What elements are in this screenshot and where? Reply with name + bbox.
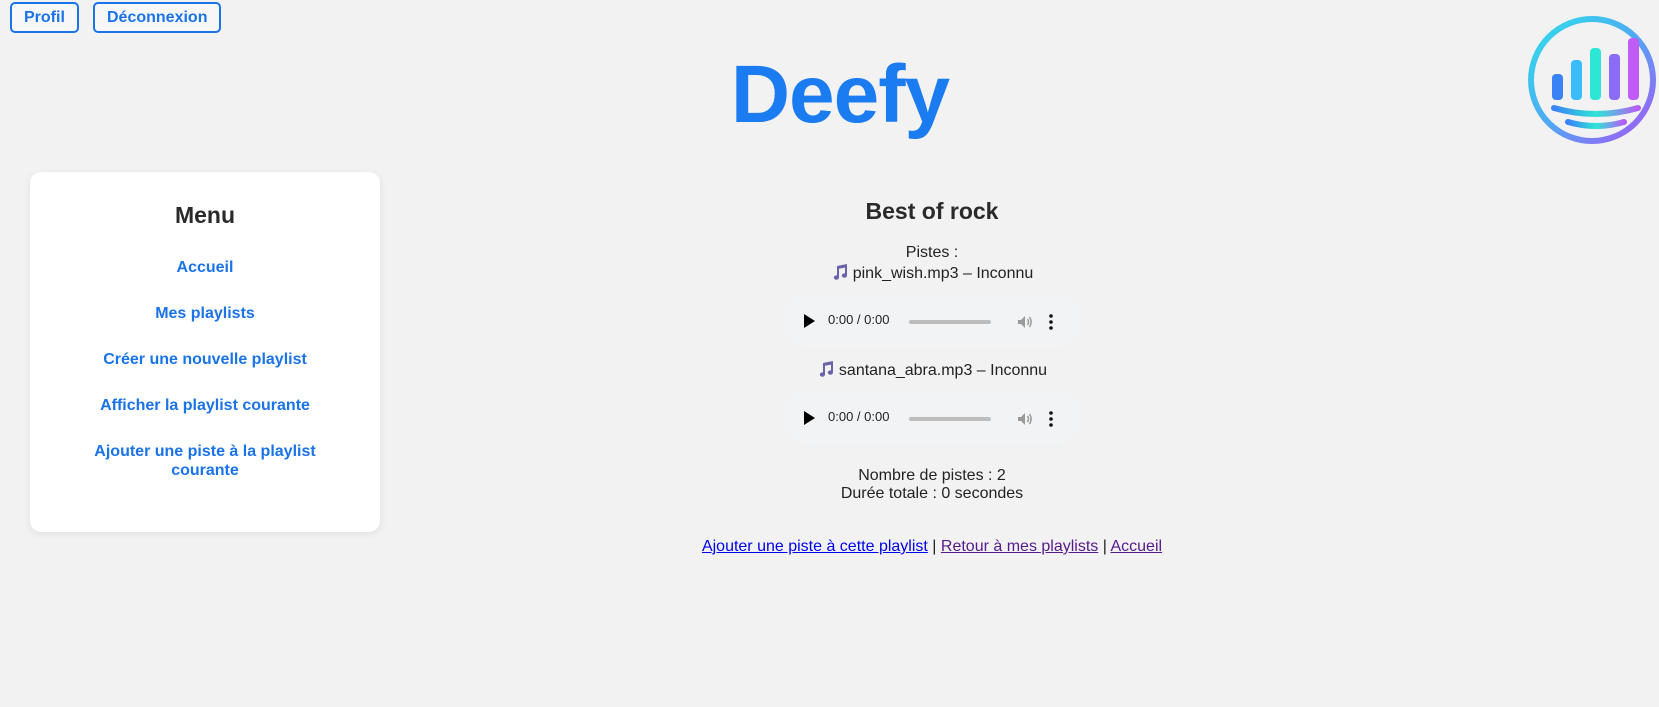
bottom-links: Ajouter une piste à cette playlist | Ret…: [600, 537, 1264, 557]
audio-player[interactable]: 0:00 / 0:00: [782, 391, 1082, 445]
seek-bar[interactable]: [909, 417, 991, 421]
back-to-playlists-link[interactable]: Retour à mes playlists: [941, 538, 1098, 555]
volume-icon[interactable]: [1016, 410, 1034, 428]
playlist-panel: Best of rock Pistes : pink_wish.mp3 – In…: [600, 196, 1264, 557]
track-label: pink_wish.mp3 – Inconnu: [852, 265, 1034, 282]
music-note-icon: [833, 264, 847, 280]
audio-player[interactable]: 0:00 / 0:00: [782, 294, 1082, 348]
logout-button[interactable]: Déconnexion: [93, 2, 222, 33]
menu-link-current-playlist[interactable]: Afficher la playlist courante: [100, 397, 310, 414]
menu-list: Accueil Mes playlists Créer une nouvelle…: [30, 258, 380, 507]
home-link[interactable]: Accueil: [1110, 538, 1162, 555]
total-duration: Durée totale : 0 secondes: [840, 485, 1024, 502]
menu-title: Menu: [174, 202, 236, 228]
menu-link-home[interactable]: Accueil: [177, 259, 234, 276]
link-separator: |: [932, 538, 937, 555]
play-icon[interactable]: [804, 411, 815, 425]
play-icon[interactable]: [804, 314, 815, 328]
equalizer-logo-icon: [1528, 16, 1656, 144]
menu-item-create-playlist: Créer une nouvelle playlist: [30, 350, 380, 369]
more-vertical-icon[interactable]: [1048, 313, 1054, 331]
playlist-title: Best of rock: [865, 198, 999, 224]
seek-bar[interactable]: [909, 320, 991, 324]
track-label: santana_abra.mp3 – Inconnu: [838, 362, 1048, 379]
menu-item-current-playlist: Afficher la playlist courante: [30, 396, 380, 415]
menu-item-home: Accueil: [30, 258, 380, 277]
menu-link-create-playlist[interactable]: Créer une nouvelle playlist: [103, 351, 307, 368]
add-track-link[interactable]: Ajouter une piste à cette playlist: [702, 538, 928, 555]
track-item: santana_abra.mp3 – Inconnu: [600, 360, 1264, 381]
profile-button[interactable]: Profil: [10, 2, 79, 33]
track-count: Nombre de pistes : 2: [858, 467, 1006, 484]
playlist-stats: Nombre de pistes : 2 Durée totale : 0 se…: [600, 467, 1264, 503]
menu-item-my-playlists: Mes playlists: [30, 304, 380, 323]
menu-item-add-track: Ajouter une piste à la playlist courante: [30, 442, 380, 480]
player-time: 0:00 / 0:00: [828, 409, 890, 424]
menu-link-add-track[interactable]: Ajouter une piste à la playlist courante: [94, 443, 315, 479]
track-item: pink_wish.mp3 – Inconnu: [600, 263, 1264, 284]
sidebar-menu: Menu Accueil Mes playlists Créer une nou…: [30, 172, 380, 532]
volume-icon[interactable]: [1016, 313, 1034, 331]
music-note-icon: [819, 361, 833, 377]
player-time: 0:00 / 0:00: [828, 312, 890, 327]
more-vertical-icon[interactable]: [1048, 410, 1054, 428]
tracks-label: Pistes :: [905, 244, 959, 261]
link-separator: |: [1102, 538, 1107, 555]
menu-link-my-playlists[interactable]: Mes playlists: [155, 305, 255, 322]
page-title: Deefy: [730, 49, 950, 140]
